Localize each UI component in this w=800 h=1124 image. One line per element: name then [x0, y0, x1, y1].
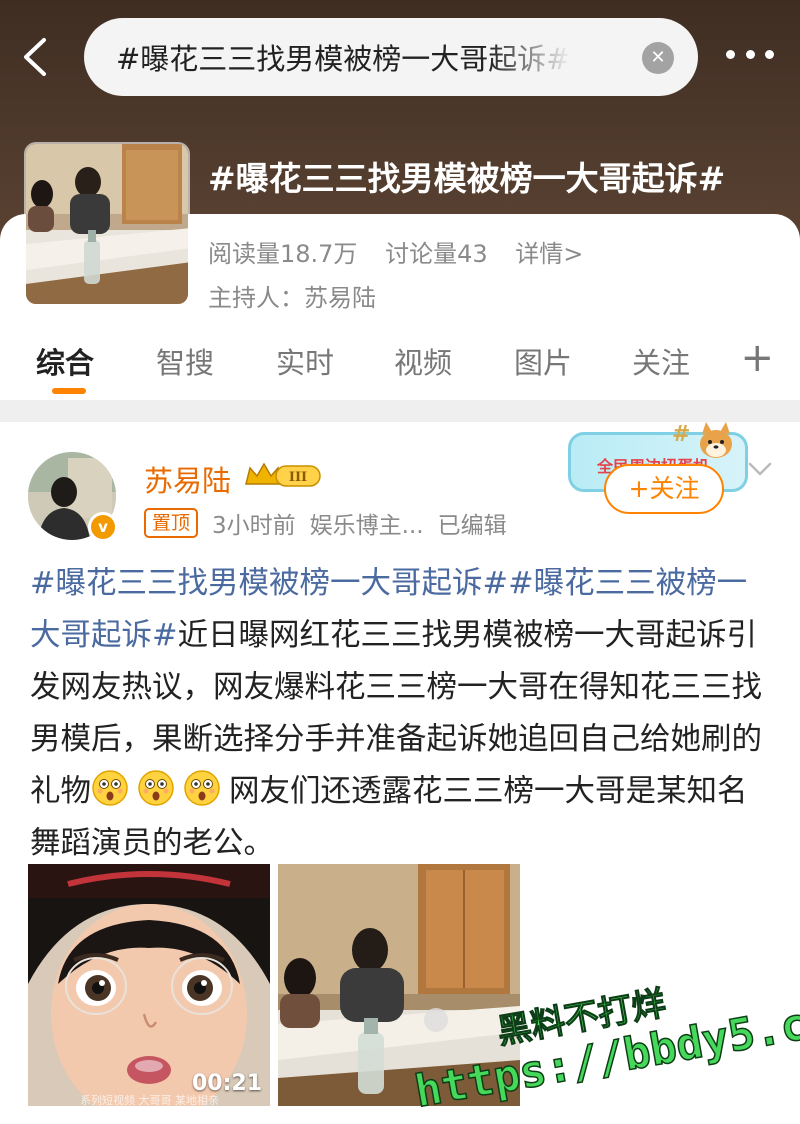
topic-stats: 阅读量18.7万 讨论量43 详情> [208, 234, 603, 269]
tab-following[interactable]: 关注 [632, 340, 690, 382]
post-body: #曝花三三找男模被榜一大哥起诉##曝花三三被榜一大哥起诉#近日曝网红花三三找男模… [30, 558, 774, 870]
topic-title: #曝花三三找男模被榜一大哥起诉# [208, 159, 726, 198]
author-name[interactable]: 苏易陆 [144, 458, 231, 500]
tab-images[interactable]: 图片 [514, 340, 572, 382]
active-tab-indicator [52, 388, 86, 394]
clear-icon[interactable]: ✕ [642, 42, 674, 74]
follow-button[interactable]: +关注 [604, 464, 724, 514]
vip-crown-icon: III [245, 462, 321, 487]
search-input[interactable]: #曝花三三找男模被榜一大哥起诉# [116, 36, 571, 78]
pinned-tag: 置顶 [144, 508, 199, 538]
shocked-emoji-icon [138, 770, 174, 806]
chevron-left-icon [24, 38, 46, 76]
verified-badge-icon: v [88, 512, 118, 542]
topic-host: 主持人：苏易陆 [208, 284, 376, 312]
more-dots-icon[interactable] [726, 44, 774, 64]
search-bar[interactable]: #曝花三三找男模被榜一大哥起诉# ✕ [84, 18, 698, 96]
hashtag-link[interactable]: #曝花三三找男模被榜一大哥起诉# [30, 566, 508, 601]
section-divider [0, 400, 800, 422]
weibo-post: v 苏易陆 III 置顶 3小时前 娱乐博主... 已编辑 全民周边扭蛋机 # … [0, 422, 800, 1124]
tab-video[interactable]: 视频 [394, 340, 452, 382]
shiba-dog-icon [700, 422, 732, 458]
tab-bar: 综合 智搜 实时 视频 图片 关注 + [0, 334, 800, 396]
post-source: 娱乐博主... [309, 513, 424, 539]
hash-icon: # [672, 422, 691, 447]
topic-thumbnail[interactable] [24, 142, 190, 306]
tab-comprehensive[interactable]: 综合 [36, 340, 94, 382]
edited-label: 已编辑 [437, 513, 507, 539]
shocked-emoji-icon [184, 770, 220, 806]
add-tab-button[interactable]: + [740, 334, 774, 382]
tab-realtime[interactable]: 实时 [276, 340, 334, 382]
details-link[interactable]: 详情> [515, 240, 583, 268]
svg-text:III: III [289, 470, 307, 485]
back-button[interactable] [18, 34, 54, 80]
post-time: 3小时前 [212, 513, 296, 539]
tab-smart-search[interactable]: 智搜 [156, 340, 214, 382]
post-meta: 置顶 3小时前 娱乐博主... 已编辑 [144, 506, 521, 540]
video-thumbnail[interactable]: 00:21 系列短视频 大哥哥 某地相亲 [28, 864, 270, 1106]
shocked-emoji-icon [92, 770, 128, 806]
chevron-down-icon[interactable] [748, 462, 772, 476]
video-caption: 系列短视频 大哥哥 某地相亲 [80, 1094, 219, 1106]
discussion-count: 讨论量43 [385, 240, 488, 268]
read-count: 阅读量18.7万 [208, 240, 358, 268]
